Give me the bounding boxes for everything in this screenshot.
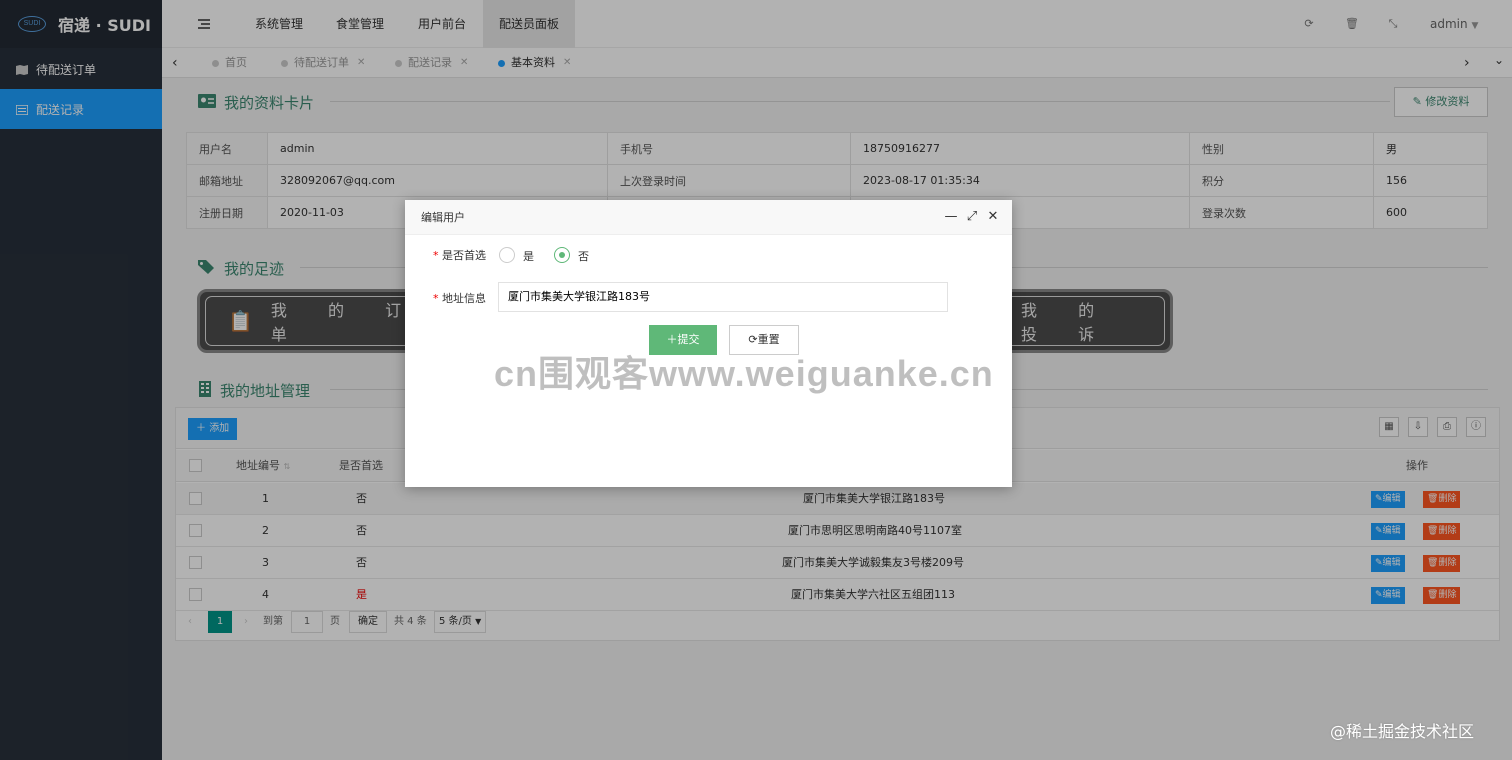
address-input[interactable]: 厦门市集美大学银江路183号 <box>498 282 948 312</box>
maximize-icon[interactable]: ⤢ <box>965 210 979 224</box>
radio-no-label[interactable]: 否 <box>578 248 589 264</box>
dialog-title: 编辑用户 <box>405 200 1012 235</box>
radio-no[interactable] <box>554 247 570 263</box>
minimize-icon[interactable]: — <box>944 210 958 224</box>
watermark: cn围观客www.weiguanke.cn <box>494 353 994 394</box>
radio-yes[interactable] <box>499 247 515 263</box>
close-icon[interactable]: ✕ <box>986 210 1000 224</box>
radio-yes-label[interactable]: 是 <box>523 248 534 264</box>
edit-user-dialog: 编辑用户 — ⤢ ✕ * 是否首选 是 否 * 地址信息 厦门市集美大学银江路1… <box>405 200 1012 487</box>
corner-watermark: @稀土掘金技术社区 <box>1330 722 1475 741</box>
preferred-label: * 是否首选 <box>433 249 486 262</box>
address-label: * 地址信息 <box>433 292 486 305</box>
